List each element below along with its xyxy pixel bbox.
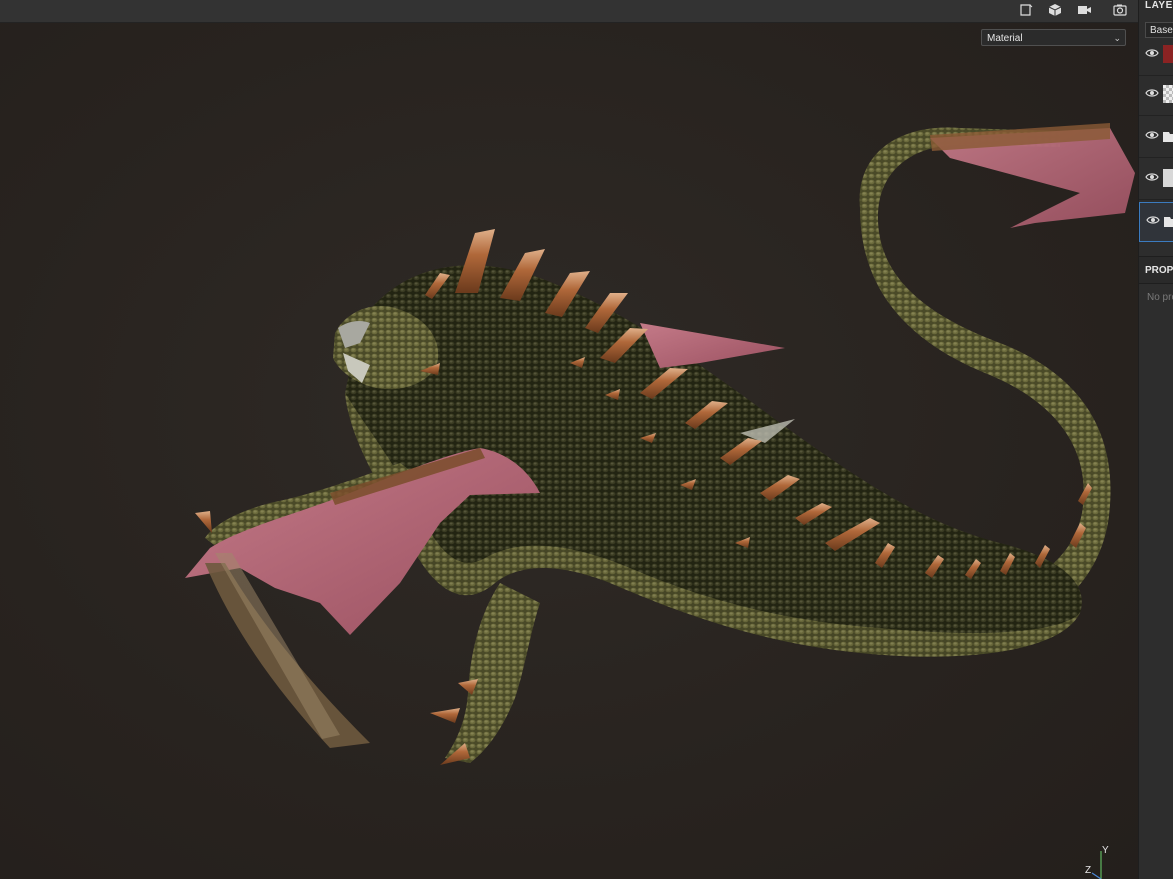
cube-view-button[interactable]: [1043, 0, 1067, 20]
3d-viewport[interactable]: Material ⌄ Y Z: [0, 23, 1138, 879]
layer-row-selected[interactable]: [1139, 202, 1173, 242]
dragon-model: [185, 123, 1135, 765]
video-camera-button[interactable]: [1072, 0, 1096, 20]
layer-row[interactable]: [1139, 118, 1173, 158]
cube-view-icon: [1048, 4, 1062, 16]
layer-thumbnail-mask: [1163, 85, 1173, 103]
viewport-toolbar: [0, 0, 1138, 23]
folder-icon: [1164, 217, 1173, 227]
folder-icon: [1163, 132, 1173, 142]
perspective-camera-icon: [1020, 4, 1033, 16]
video-camera-icon: [1078, 6, 1091, 14]
properties-panel-title: PROPERTIES: [1139, 256, 1173, 284]
properties-empty-text: No properties: [1147, 292, 1173, 303]
axis-label-z: Z: [1085, 865, 1091, 876]
layer-row[interactable]: [1139, 36, 1173, 76]
eye-icon[interactable]: [1146, 215, 1160, 225]
layer-thumbnail-paint: [1163, 169, 1173, 187]
layers-panel-title: LAYERS: [1145, 0, 1173, 11]
perspective-camera-button[interactable]: [1014, 0, 1038, 20]
screenshot-camera-icon: [1113, 4, 1127, 16]
axis-label-y: Y: [1102, 845, 1109, 856]
layer-thumbnail-fill: [1163, 45, 1173, 63]
eye-icon[interactable]: [1145, 88, 1159, 98]
layers-panel: LAYERS Base: [1138, 0, 1173, 879]
eye-icon[interactable]: [1145, 130, 1159, 140]
screenshot-camera-button[interactable]: [1108, 0, 1132, 20]
layer-row[interactable]: [1139, 76, 1173, 116]
layer-row[interactable]: [1139, 160, 1173, 200]
eye-icon[interactable]: [1145, 172, 1159, 182]
eye-icon[interactable]: [1145, 48, 1159, 58]
axis-gizmo: Y Z X: [1085, 845, 1109, 879]
dragon-hind-leg: [445, 583, 540, 763]
